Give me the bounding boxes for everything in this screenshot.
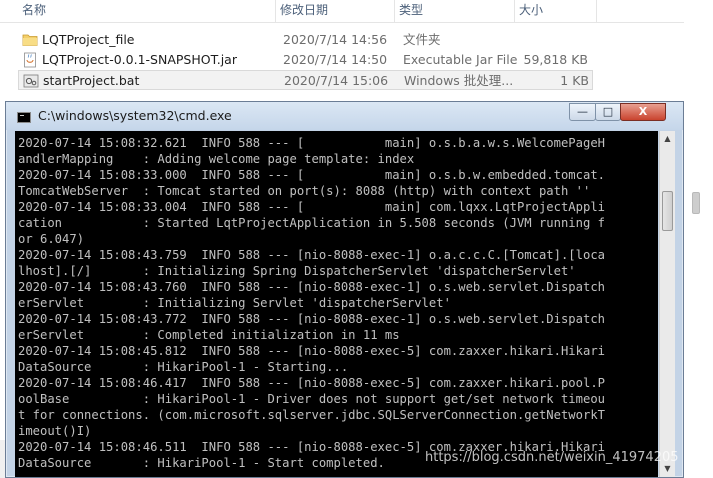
console-line: 2020-07-14 15:08:46.417 INFO 588 --- [ni… (18, 376, 605, 390)
column-header-size[interactable]: 大小 (515, 0, 597, 22)
file-name: LQTProject-0.0.1-SNAPSHOT.jar (42, 52, 237, 67)
console-scrollbar-thumb[interactable] (662, 191, 673, 231)
folder-icon (22, 34, 38, 46)
explorer-scrollbar-thumb[interactable] (692, 192, 700, 214)
file-size (508, 30, 588, 50)
file-type: Executable Jar File (403, 52, 518, 67)
batch-file-icon (23, 74, 39, 88)
console-output[interactable]: 2020-07-14 15:08:32.621 INFO 588 --- [ m… (15, 131, 658, 477)
close-button[interactable]: X (620, 103, 666, 121)
column-header-row: 名称 修改日期 类型 大小 (0, 0, 713, 23)
explorer-scrollbar[interactable] (684, 0, 713, 478)
console-line: 2020-07-14 15:08:43.759 INFO 588 --- [ni… (18, 248, 605, 262)
console-line: 2020-07-14 15:08:33.004 INFO 588 --- [ m… (18, 200, 605, 214)
scroll-up-arrow-icon[interactable]: ▲ (660, 131, 675, 147)
file-size: 59,818 KB (523, 52, 588, 67)
console-line: DataSource : HikariPool-1 - Starting... (18, 360, 349, 374)
file-row-jar[interactable]: LQTProject-0.0.1-SNAPSHOT.jar 2020/7/14 … (18, 50, 593, 70)
jar-file-icon (24, 52, 36, 68)
window-title: C:\windows\system32\cmd.exe (38, 108, 232, 123)
console-line: oolBase : HikariPool-1 - Driver does not… (18, 392, 605, 406)
console-line: erServlet : Initializing Servlet 'dispat… (18, 296, 451, 310)
console-line: cation : Started LqtProjectApplication i… (18, 216, 605, 230)
watermark-text: https://blog.csdn.net/weixin_41974205 (425, 450, 679, 465)
console-line: t for connections. (com.microsoft.sqlser… (18, 408, 605, 422)
file-row-folder[interactable]: LQTProject_file 2020/7/14 14:56 文件夹 (18, 30, 593, 50)
file-date: 2020/7/14 15:06 (284, 73, 389, 88)
file-date: 2020/7/14 14:50 (283, 52, 388, 67)
console-line: 2020-07-14 15:08:33.000 INFO 588 --- [ m… (18, 168, 605, 182)
maximize-button[interactable]: □ (595, 103, 621, 121)
console-line: 2020-07-14 15:08:32.621 INFO 588 --- [ m… (18, 136, 605, 150)
cmd-titlebar[interactable]: C:\windows\system32\cmd.exe — □ X (6, 102, 683, 130)
file-size: 1 KB (560, 73, 589, 88)
console-line: or 6.047) (18, 232, 85, 246)
console-line: lhost].[/] : Initializing Spring Dispatc… (18, 264, 576, 278)
file-name: LQTProject_file (42, 32, 135, 47)
cmd-window[interactable]: C:\windows\system32\cmd.exe — □ X 2020-0… (5, 101, 684, 478)
file-type: Windows 批处理... (404, 73, 514, 88)
console-line: DataSource : HikariPool-1 - Start comple… (18, 456, 385, 470)
explorer-scrollbar-track[interactable] (691, 0, 701, 478)
console-line: TomcatWebServer : Tomcat started on port… (18, 184, 591, 198)
console-line: imeout()I) (18, 424, 92, 438)
console-line: erServlet : Completed initialization in … (18, 328, 400, 342)
console-log-text: 2020-07-14 15:08:32.621 INFO 588 --- [ m… (15, 131, 658, 471)
file-type: 文件夹 (403, 32, 441, 47)
column-header-date[interactable]: 修改日期 (276, 0, 395, 22)
console-app-icon (17, 112, 31, 123)
console-scrollbar[interactable]: ▲ ▼ (659, 131, 675, 477)
column-header-name[interactable]: 名称 (18, 0, 276, 22)
console-line: 2020-07-14 15:08:43.760 INFO 588 --- [ni… (18, 280, 605, 294)
file-date: 2020/7/14 14:56 (283, 32, 388, 47)
console-line: 2020-07-14 15:08:45.812 INFO 588 --- [ni… (18, 344, 605, 358)
console-line: 2020-07-14 15:08:43.772 INFO 588 --- [ni… (18, 312, 605, 326)
minimize-button[interactable]: — (569, 103, 596, 121)
column-header-type[interactable]: 类型 (395, 0, 515, 22)
console-line: andlerMapping : Adding welcome page temp… (18, 152, 415, 166)
file-row-bat[interactable]: startProject.bat 2020/7/14 15:06 Windows… (18, 70, 593, 90)
file-name: startProject.bat (43, 73, 140, 88)
